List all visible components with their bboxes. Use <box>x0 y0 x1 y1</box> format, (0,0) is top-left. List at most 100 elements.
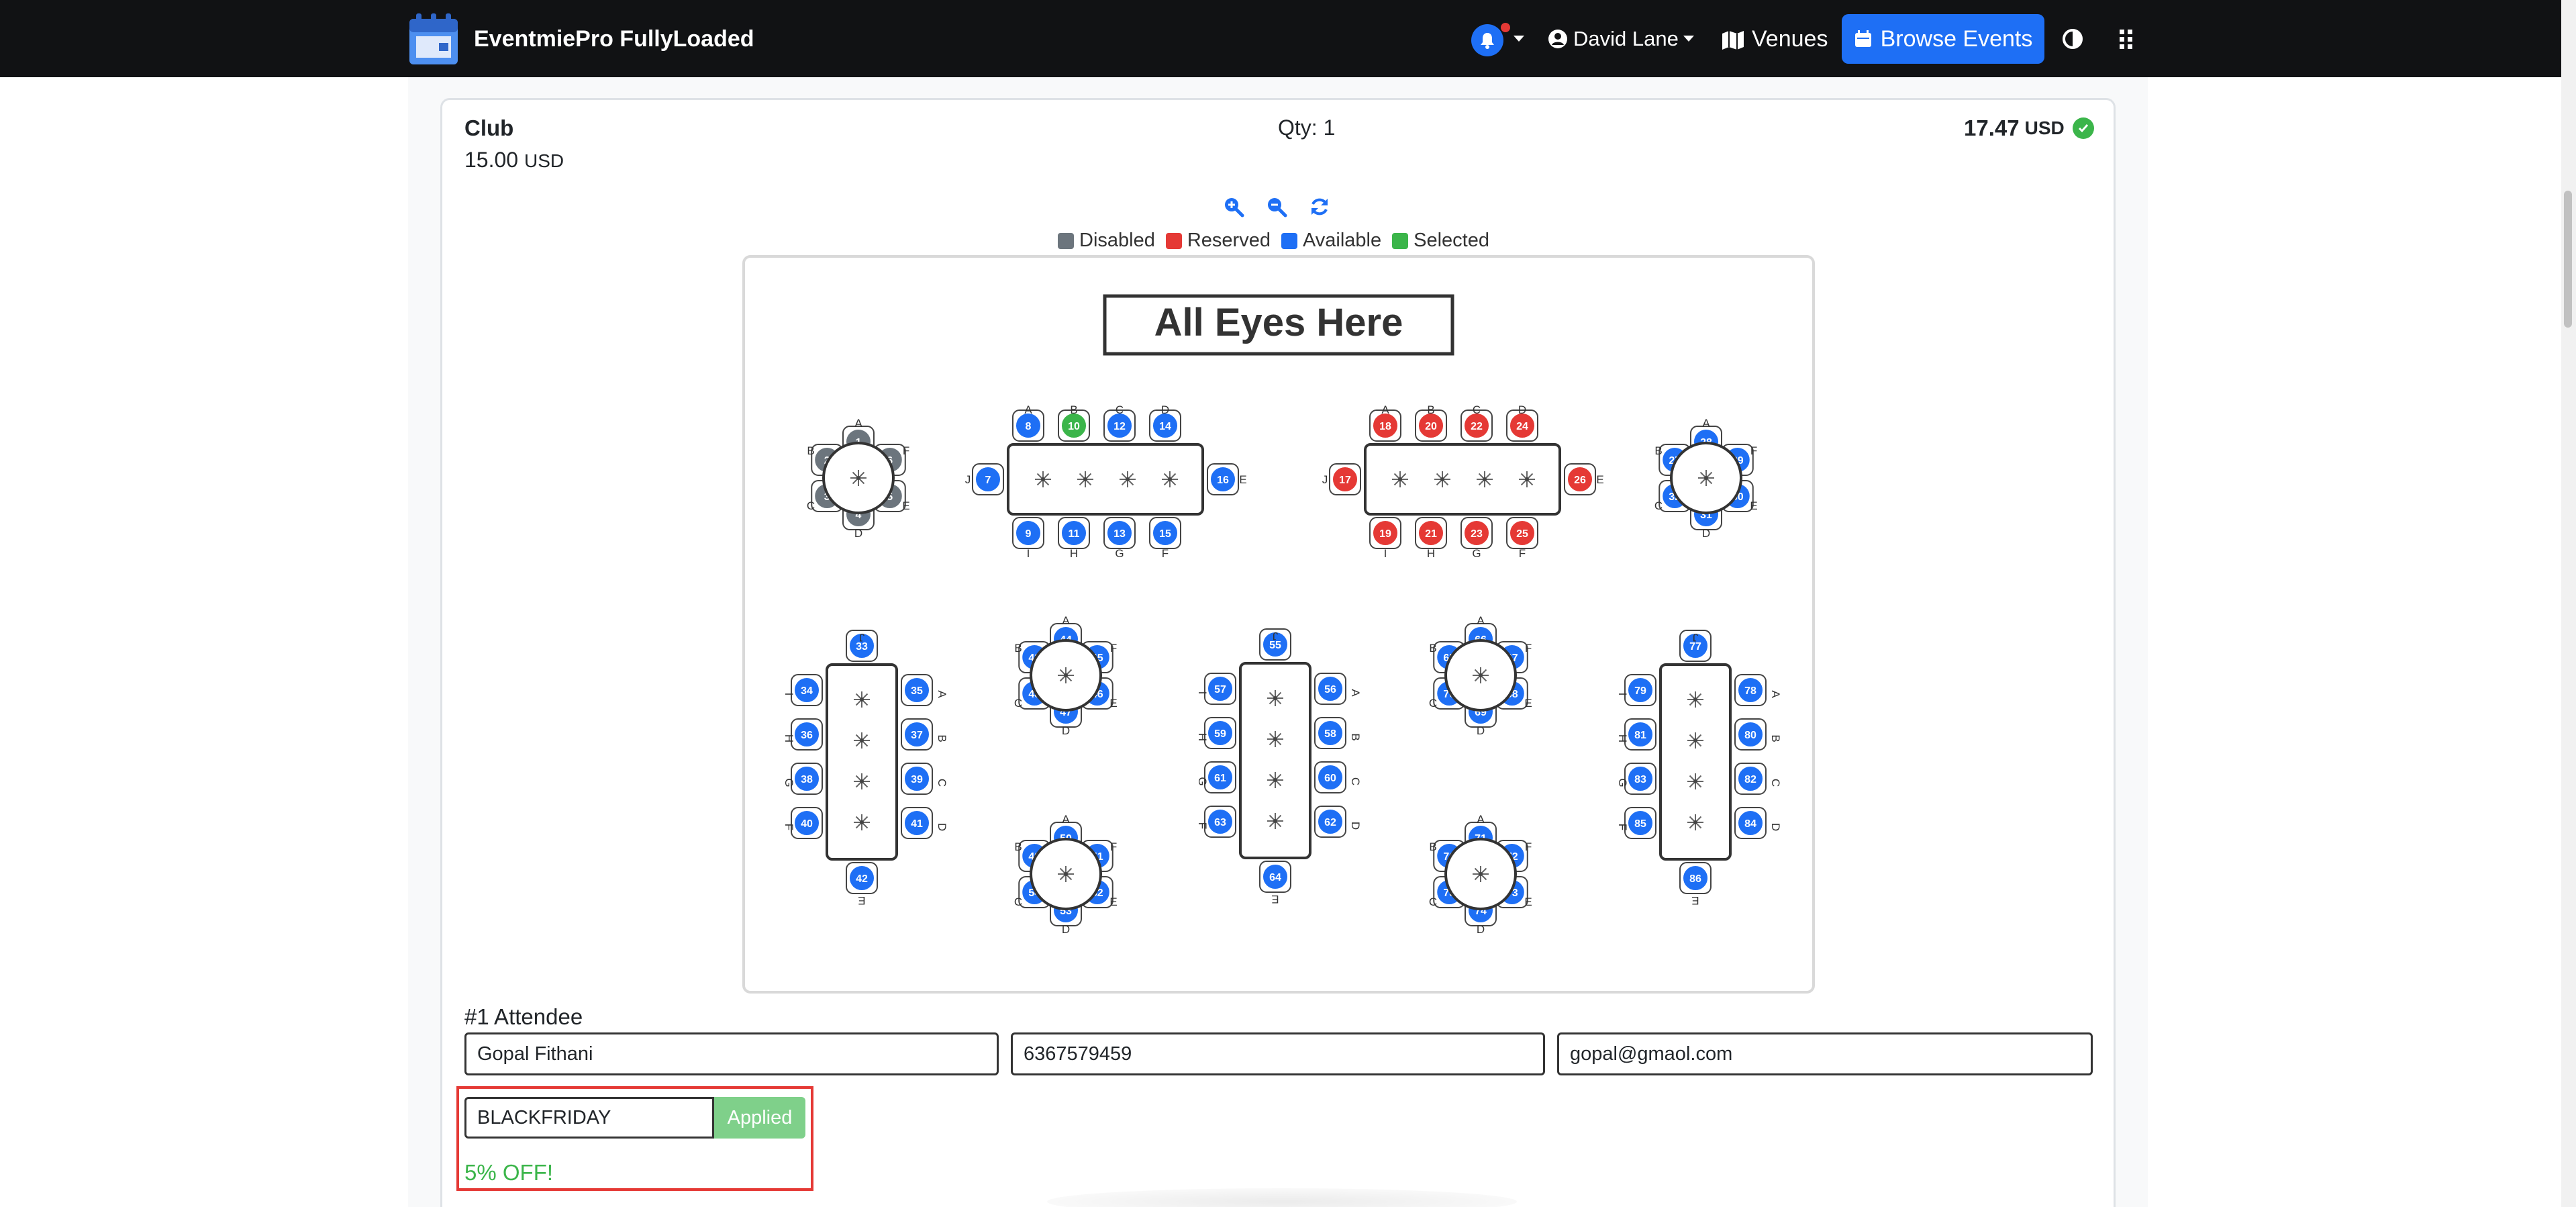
seat[interactable]: 9 <box>1015 520 1042 546</box>
apps-grid-icon[interactable] <box>2117 28 2136 50</box>
seat-number: 36 <box>801 730 813 741</box>
attendee-name-field[interactable]: Gopal Fithani <box>464 1032 999 1075</box>
caret-down-icon <box>1683 36 1694 42</box>
seat[interactable]: 61 <box>1207 764 1234 791</box>
flower-icon <box>854 691 870 708</box>
seat[interactable]: 40 <box>793 810 820 836</box>
seat[interactable]: 62 <box>1317 808 1344 835</box>
seat[interactable]: 86 <box>1682 865 1709 891</box>
seat[interactable]: 38 <box>793 765 820 792</box>
legend-swatch-selected <box>1392 232 1409 249</box>
seat[interactable]: 13 <box>1106 520 1133 546</box>
user-name: David Lane <box>1573 27 1679 50</box>
zoom-in-icon[interactable] <box>1223 196 1244 218</box>
seat[interactable]: 84 <box>1737 810 1764 836</box>
seat-letter: J <box>1273 630 1279 642</box>
seat[interactable]: 16 <box>1209 466 1236 493</box>
truncated-link[interactable]: ▔▔▔▔▔▔ <box>464 1199 572 1207</box>
attendee-phone-field[interactable]: 6367579459 <box>1011 1032 1545 1075</box>
seat-letter: B <box>1349 733 1362 740</box>
page-scrollbar[interactable] <box>2561 0 2576 1207</box>
seat-letter: H <box>1196 733 1209 741</box>
flower-icon <box>854 732 870 749</box>
brand[interactable]: EventmiePro FullyLoaded <box>408 11 754 67</box>
seat[interactable]: 81 <box>1627 721 1654 748</box>
seat-letter: G <box>783 778 795 787</box>
seat-number: 58 <box>1324 728 1336 740</box>
seat[interactable]: 64 <box>1262 863 1289 890</box>
flower-center <box>1483 477 1487 481</box>
seat[interactable]: 15 <box>1152 520 1179 546</box>
zoom-out-icon[interactable] <box>1266 196 1287 218</box>
seat-number: 26 <box>1574 475 1586 486</box>
scrollbar-thumb[interactable] <box>2564 191 2572 328</box>
flower-icon <box>1434 471 1450 487</box>
seat[interactable]: 41 <box>903 810 930 836</box>
seat[interactable]: 78 <box>1737 677 1764 704</box>
venues-label: Venues <box>1752 26 1828 52</box>
seat[interactable]: 79 <box>1627 677 1654 704</box>
seat[interactable]: 60 <box>1317 764 1344 791</box>
flower-center <box>1168 477 1172 481</box>
seat[interactable]: 57 <box>1207 675 1234 702</box>
flower-icon <box>1077 471 1093 487</box>
promo-apply-button[interactable]: Applied <box>714 1097 805 1139</box>
seat[interactable]: 85 <box>1627 810 1654 836</box>
seat[interactable]: 56 <box>1317 675 1344 702</box>
seat[interactable]: 7 <box>975 466 1001 493</box>
flower-center <box>1704 476 1708 480</box>
seat-number: 21 <box>1425 528 1437 540</box>
seat-letter: C <box>1654 499 1663 512</box>
browse-events-button[interactable]: Browse Events <box>1842 14 2044 64</box>
notifications-button[interactable] <box>1471 24 1503 56</box>
seat-letter: J <box>859 631 865 644</box>
ticket-price-currency: USD <box>524 150 564 171</box>
seat[interactable]: 37 <box>903 721 930 748</box>
venues-link[interactable]: Venues <box>1721 23 1828 55</box>
seat[interactable]: 83 <box>1627 765 1654 792</box>
seat-number: 61 <box>1214 773 1226 784</box>
user-menu[interactable]: David Lane <box>1548 24 1695 54</box>
legend-swatch-disabled <box>1058 232 1074 249</box>
flower-center <box>1525 477 1529 481</box>
seat-letter: E <box>1524 697 1532 710</box>
seat-letter: B <box>1769 734 1782 742</box>
theme-toggle-icon[interactable] <box>2062 28 2083 50</box>
seat-letter: I <box>1616 693 1629 696</box>
flower-center <box>856 476 860 480</box>
flower-center <box>860 697 864 702</box>
seat[interactable]: 12 <box>1106 412 1133 439</box>
seat-letter: E <box>1109 896 1117 908</box>
promo-code-input[interactable]: BLACKFRIDAY <box>464 1097 714 1139</box>
seat[interactable]: 63 <box>1207 808 1234 835</box>
seat[interactable]: 34 <box>793 677 820 704</box>
seat-letter: H <box>1070 547 1078 560</box>
ticket-name: Club <box>464 115 514 140</box>
caret-down-icon[interactable] <box>1513 35 1525 43</box>
flower-icon <box>1162 471 1178 487</box>
seat[interactable]: 82 <box>1737 765 1764 792</box>
seat-number: 37 <box>911 730 923 741</box>
seat[interactable]: 80 <box>1737 721 1764 748</box>
seat[interactable]: 14 <box>1152 412 1179 439</box>
seat-number: 12 <box>1113 421 1126 432</box>
seat[interactable]: 58 <box>1317 720 1344 746</box>
seat[interactable]: 39 <box>903 765 930 792</box>
seat[interactable]: 10 <box>1060 412 1087 439</box>
flower-icon <box>1473 667 1489 683</box>
seat[interactable]: 36 <box>793 721 820 748</box>
seat-map: All Eyes Here1A6F5E4D3C2B28A29F30E31D32C… <box>783 294 1782 936</box>
seat[interactable]: 35 <box>903 677 930 704</box>
seat-letter: H <box>1616 734 1629 742</box>
refresh-icon[interactable] <box>1309 196 1330 218</box>
seat[interactable]: 59 <box>1207 720 1234 746</box>
seat[interactable]: 11 <box>1060 520 1087 546</box>
seat[interactable]: 42 <box>848 865 875 891</box>
seat[interactable]: 8 <box>1015 412 1042 439</box>
flower-icon <box>1035 471 1051 487</box>
seat-letter: B <box>1427 403 1434 416</box>
ticket-total-currency: USD <box>2024 117 2065 138</box>
seat: 22 <box>1463 412 1490 439</box>
flower-center <box>1693 820 1697 824</box>
attendee-email-field[interactable]: gopal@gmaol.com <box>1557 1032 2093 1075</box>
